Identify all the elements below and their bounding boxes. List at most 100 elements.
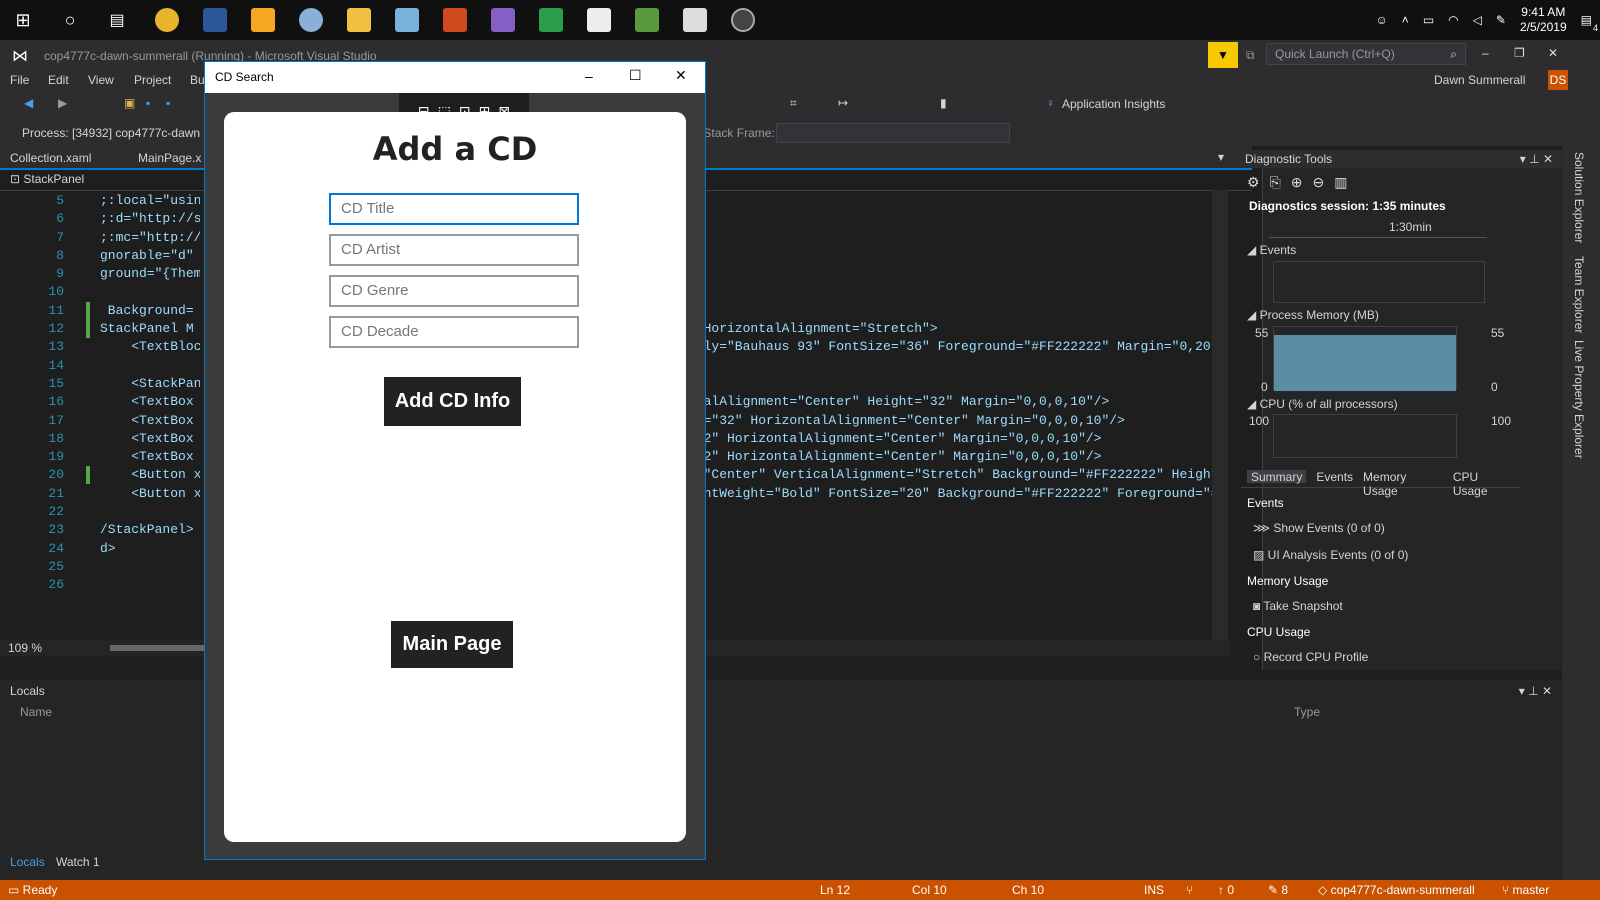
code-line[interactable] <box>100 558 200 576</box>
visual-studio-icon[interactable] <box>491 8 515 32</box>
element-breadcrumb[interactable]: ⊡ StackPanel <box>10 172 84 186</box>
code-line[interactable]: /StackPanel> <box>100 521 200 539</box>
app-icon-circle[interactable] <box>731 8 755 32</box>
code-line[interactable]: ntalAlignment="Center" Height="32" Margi… <box>688 393 1212 411</box>
notification-icon[interactable]: ▤ 4 <box>1581 13 1598 33</box>
menu-file[interactable]: File <box>10 73 29 87</box>
pen-icon[interactable]: ✎ <box>1496 13 1506 27</box>
code-line[interactable]: <TextBox <box>100 393 200 411</box>
task-view-icon[interactable]: ▤ <box>102 6 132 34</box>
code-line[interactable] <box>688 192 1212 210</box>
code-line[interactable] <box>688 540 1212 558</box>
vertical-scrollbar[interactable] <box>1212 190 1228 648</box>
code-line[interactable] <box>688 302 1212 320</box>
tab-collection-xaml[interactable]: Collection.xaml <box>10 151 91 165</box>
user-avatar[interactable]: DS <box>1548 70 1568 90</box>
locals-close-icon[interactable]: ▾ ⊥ ✕ <box>1519 684 1552 698</box>
settings-icon[interactable]: ⚙ <box>1247 174 1270 190</box>
reset-zoom-icon[interactable]: ▥ <box>1334 174 1357 190</box>
code-line[interactable] <box>688 375 1212 393</box>
code-line[interactable]: "32" HorizontalAlignment="Center" Margin… <box>688 448 1212 466</box>
code-line[interactable]: "32" HorizontalAlignment="Center" Margin… <box>688 430 1212 448</box>
forward-icon[interactable]: ▶ <box>58 96 67 110</box>
repo-name[interactable]: ◇ cop4777c-dawn-summerall <box>1318 883 1475 897</box>
horizontal-scrollbar-thumb[interactable] <box>110 645 210 651</box>
quick-launch-input[interactable]: Quick Launch (Ctrl+Q) ⌕ <box>1266 43 1466 65</box>
locals-col-type[interactable]: Type <box>1294 705 1320 719</box>
code-line[interactable]: <TextBox <box>100 448 200 466</box>
menu-edit[interactable]: Edit <box>48 73 69 87</box>
main-page-button[interactable]: Main Page <box>391 621 513 668</box>
branch-name[interactable]: ⑂ master <box>1502 883 1549 897</box>
application-insights-button[interactable]: Application Insights <box>1062 97 1165 111</box>
app-icon-red[interactable] <box>443 8 467 32</box>
code-line[interactable]: ;:mc="http:// <box>100 229 200 247</box>
code-line[interactable] <box>688 521 1212 539</box>
code-line[interactable]: <StackPan <box>100 375 200 393</box>
ui-analysis-link[interactable]: ▨ UI Analysis Events (0 of 0) <box>1253 548 1408 562</box>
wifi-icon[interactable]: ◠ <box>1448 13 1458 27</box>
code-line[interactable] <box>688 503 1212 521</box>
take-snapshot-link[interactable]: ◙ Take Snapshot <box>1253 599 1343 613</box>
code-line[interactable]: <TextBox <box>100 430 200 448</box>
tab-watch[interactable]: Watch 1 <box>56 855 100 869</box>
people-icon[interactable]: ☺ <box>1376 13 1388 27</box>
code-line[interactable]: <Button x <box>100 466 200 484</box>
cd-genre-input[interactable]: CD Genre <box>329 275 579 307</box>
app-icon-blue[interactable] <box>395 8 419 32</box>
paint-icon[interactable] <box>299 8 323 32</box>
chrome-icon[interactable] <box>155 8 179 32</box>
menu-build[interactable]: Bu <box>190 73 205 87</box>
code-line[interactable] <box>100 357 200 375</box>
code-line[interactable]: mily="Bauhaus 93" FontSize="36" Foregrou… <box>688 338 1212 356</box>
code-line[interactable] <box>688 576 1212 594</box>
code-line[interactable] <box>100 283 200 301</box>
stack-frame-dropdown[interactable] <box>776 123 1010 143</box>
step-icon[interactable]: ↦ <box>838 96 848 110</box>
code-line[interactable]: ground="{Them <box>100 265 200 283</box>
code-line[interactable]: <TextBloc <box>100 338 200 356</box>
feedback-icon[interactable]: ⧉ <box>1246 48 1255 63</box>
app-icon-chart[interactable] <box>635 8 659 32</box>
code-line[interactable]: c="Center" VerticalAlignment="Stretch" B… <box>688 466 1212 484</box>
save-icon[interactable]: ▪ <box>146 96 150 110</box>
edit-count[interactable]: ✎ 8 <box>1268 883 1288 897</box>
export-icon[interactable]: ⎘ <box>1270 174 1291 190</box>
code-line[interactable] <box>688 210 1212 228</box>
cd-artist-input[interactable]: CD Artist <box>329 234 579 266</box>
live-property-explorer-tab[interactable]: Live Property Explorer <box>1572 340 1586 459</box>
locals-col-name[interactable]: Name <box>20 705 52 719</box>
clock[interactable]: 9:41 AM 2/5/2019 <box>1520 5 1567 35</box>
code-line[interactable]: d> <box>100 540 200 558</box>
code-line[interactable] <box>688 283 1212 301</box>
zoom-out-icon[interactable]: ⊖ <box>1313 174 1335 190</box>
app-minimize-icon[interactable]: – <box>585 68 593 84</box>
lightbulb-icon[interactable]: ♀ <box>1046 96 1055 110</box>
tab-events[interactable]: Events <box>1316 470 1353 484</box>
user-name[interactable]: Dawn Summerall <box>1434 73 1525 87</box>
windows-start-icon[interactable]: ⊞ <box>8 6 38 34</box>
diag-close-icon[interactable]: ▾ ⊥ ✕ <box>1520 152 1553 166</box>
bookmark-icon[interactable]: ▮ <box>940 96 947 110</box>
diag-timeline[interactable]: 1:30min <box>1269 218 1487 238</box>
tab-overflow-icon[interactable]: ▾ <box>1218 150 1224 164</box>
code-line[interactable]: <TextBox <box>100 412 200 430</box>
code-line[interactable] <box>688 247 1212 265</box>
menu-view[interactable]: View <box>88 73 114 87</box>
push-count[interactable]: ↑ 0 <box>1218 883 1234 897</box>
code-line[interactable] <box>688 558 1212 576</box>
code-line[interactable]: FontWeight="Bold" FontSize="20" Backgrou… <box>688 485 1212 503</box>
code-line[interactable]: " HorizontalAlignment="Stretch"> <box>688 320 1212 338</box>
code-left[interactable]: ;:local="usin ;:d="http://s ;:mc="http://g… <box>100 192 200 595</box>
volume-icon[interactable]: ◁ <box>1473 13 1482 27</box>
word-icon[interactable] <box>203 8 227 32</box>
code-line[interactable] <box>100 576 200 594</box>
app-icon-green[interactable] <box>539 8 563 32</box>
open-folder-icon[interactable]: ▣ <box>124 96 135 110</box>
save-all-icon[interactable]: ▪ <box>166 96 170 110</box>
code-line[interactable]: StackPanel M <box>100 320 200 338</box>
zoom-level[interactable]: 109 % <box>8 641 42 655</box>
team-explorer-tab[interactable]: Team Explorer <box>1572 256 1586 333</box>
add-cd-info-button[interactable]: Add CD Info <box>384 377 521 426</box>
cd-title-input[interactable]: CD Title <box>329 193 579 225</box>
